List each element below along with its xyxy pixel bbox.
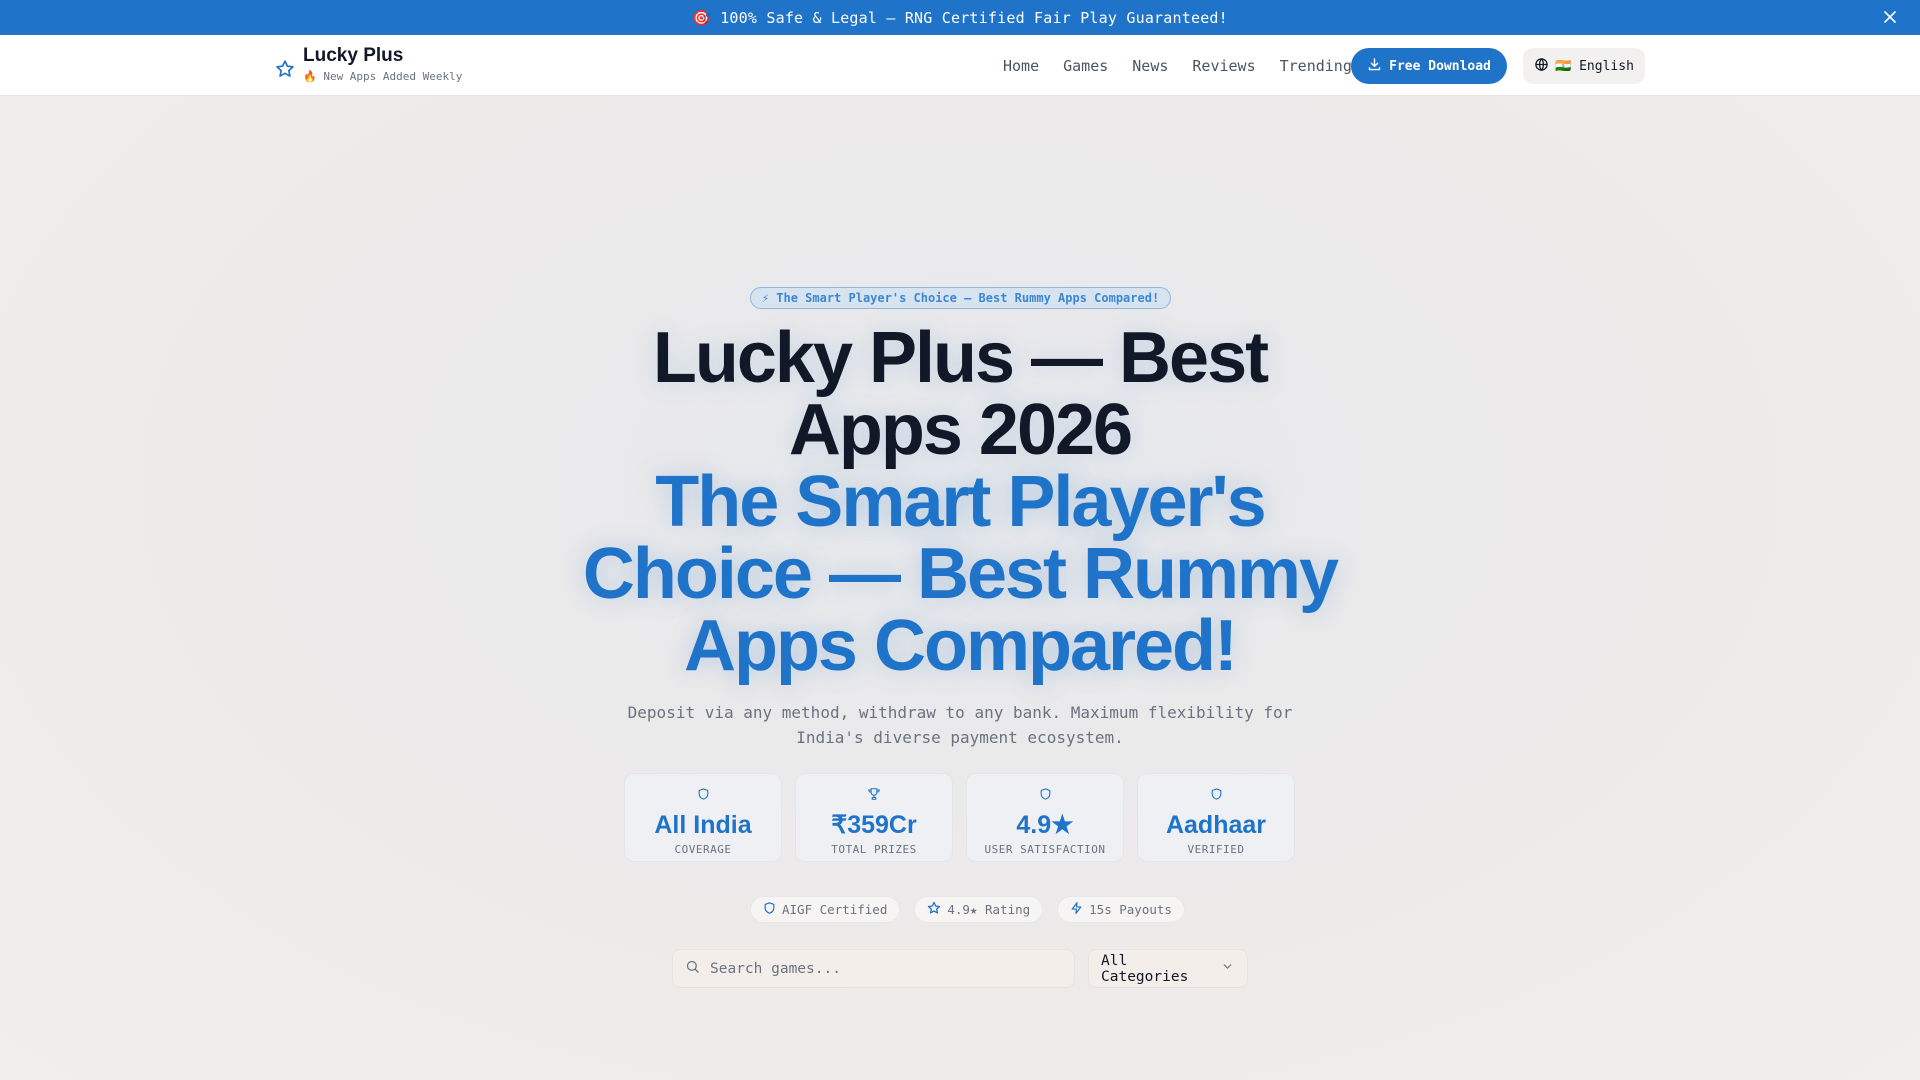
stat-label: VERIFIED <box>1187 843 1245 856</box>
stat-label: COVERAGE <box>674 843 732 856</box>
chevron-down-icon <box>1221 960 1234 977</box>
announcement-text: 🎯 100% Safe & Legal — RNG Certified Fair… <box>692 8 1228 27</box>
stats-row: All India COVERAGE ₹359Cr TOTAL PRIZES 4… <box>624 773 1295 862</box>
badge-rating: 4.9★ Rating <box>914 896 1044 923</box>
stat-value: ₹359Cr <box>831 811 917 839</box>
badge-label: AIGF Certified <box>782 902 888 917</box>
badge-payouts: 15s Payouts <box>1057 896 1185 923</box>
shield-icon <box>763 901 776 918</box>
star-icon <box>275 59 295 83</box>
shield-icon <box>1039 786 1052 805</box>
trophy-icon <box>867 786 881 805</box>
stat-value: Aadhaar <box>1165 811 1267 839</box>
search-input[interactable] <box>710 960 1050 977</box>
hero-pill: ⚡ The Smart Player's Choice — Best Rummy… <box>750 287 1171 309</box>
close-icon[interactable] <box>1882 9 1898 25</box>
nav-games[interactable]: Games <box>1063 57 1108 75</box>
nav-trending[interactable]: Trending <box>1280 57 1352 75</box>
shield-icon <box>697 786 710 805</box>
stat-card: 4.9★ USER SATISFACTION <box>966 773 1124 862</box>
shield-icon <box>1210 786 1223 805</box>
stat-card: Aadhaar VERIFIED <box>1137 773 1295 862</box>
brand-name: Lucky Plus <box>303 45 404 66</box>
free-download-button[interactable]: Free Download <box>1351 48 1507 84</box>
nav-reviews[interactable]: Reviews <box>1192 57 1255 75</box>
hero-subtitle: Deposit via any method, withdraw to any … <box>627 703 1293 747</box>
brand[interactable]: Lucky Plus 🔥 New Apps Added Weekly <box>275 45 462 83</box>
main-nav: Home Games News Reviews Trending <box>1003 35 1352 96</box>
search-box[interactable] <box>672 949 1075 988</box>
stat-label: USER SATISFACTION <box>984 843 1106 856</box>
nav-news[interactable]: News <box>1132 57 1168 75</box>
stat-label: TOTAL PRIZES <box>831 843 917 856</box>
language-label: 🇮🇳 English <box>1555 58 1634 74</box>
zap-icon <box>1070 901 1083 918</box>
hero-title: Lucky Plus — Best Apps 2026 The Smart Pl… <box>560 322 1360 682</box>
nav-home[interactable]: Home <box>1003 57 1039 75</box>
search-icon <box>685 959 700 978</box>
hero-title-highlight: The Smart Player's Choice — Best Rummy A… <box>582 462 1339 686</box>
badge-label: 15s Payouts <box>1089 902 1172 917</box>
stat-value: All India <box>654 811 752 839</box>
stat-card: ₹359Cr TOTAL PRIZES <box>795 773 953 862</box>
star-icon <box>927 901 941 918</box>
stat-card: All India COVERAGE <box>624 773 782 862</box>
globe-icon <box>1534 57 1549 76</box>
announcement-bar: 🎯 100% Safe & Legal — RNG Certified Fair… <box>0 0 1920 35</box>
download-icon <box>1367 57 1382 76</box>
free-download-label: Free Download <box>1389 58 1491 74</box>
hero-title-primary: Lucky Plus — Best Apps 2026 <box>652 318 1269 470</box>
badge-aigf: AIGF Certified <box>750 896 901 923</box>
language-selector[interactable]: 🇮🇳 English <box>1523 48 1645 84</box>
trust-badges: AIGF Certified 4.9★ Rating 15s Payouts <box>750 896 1185 923</box>
stat-value: 4.9★ <box>1016 811 1074 839</box>
category-select-value: All Categories <box>1101 952 1189 985</box>
site-header: Lucky Plus 🔥 New Apps Added Weekly Home … <box>0 35 1920 96</box>
badge-label: 4.9★ Rating <box>947 902 1031 917</box>
category-select[interactable]: All Categories <box>1088 949 1248 988</box>
brand-tagline: 🔥 New Apps Added Weekly <box>303 70 463 83</box>
